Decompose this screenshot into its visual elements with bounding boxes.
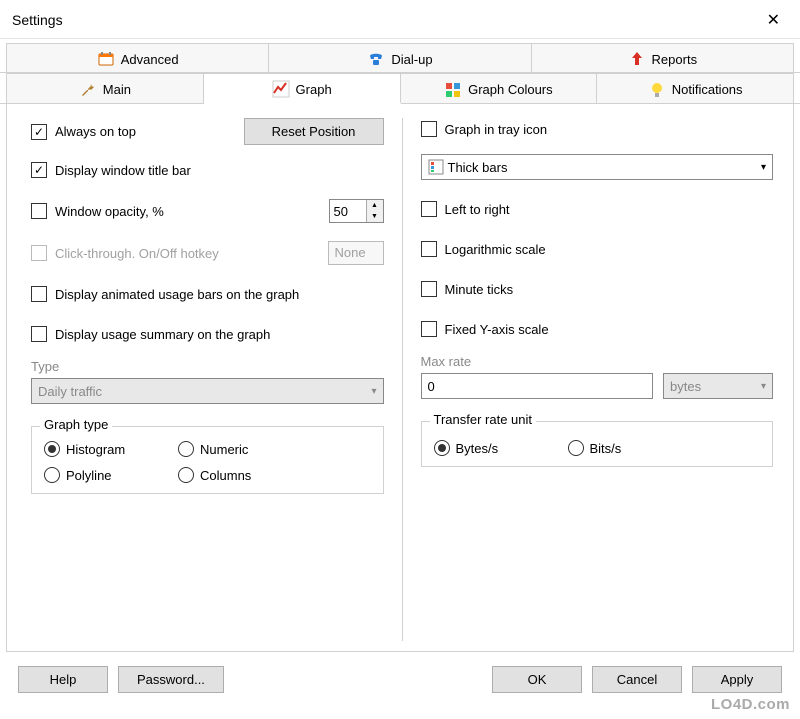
label-display-titlebar: Display window title bar — [55, 163, 384, 178]
footer-buttons: Help Password... OK Cancel Apply — [0, 652, 800, 707]
tab-label: Graph — [296, 82, 332, 97]
checkbox-left-to-right[interactable] — [421, 201, 437, 217]
radio-columns[interactable]: Columns — [178, 467, 288, 483]
titlebar: Settings ✕ — [0, 0, 800, 39]
bars-icon — [428, 159, 444, 175]
right-column: Graph in tray icon Thick bars ▾ Left to … — [402, 118, 774, 641]
phone-icon — [367, 50, 385, 68]
checkbox-minute-ticks[interactable] — [421, 281, 437, 297]
checkbox-clickthrough — [31, 245, 47, 261]
tab-graph[interactable]: Graph — [204, 73, 401, 104]
max-rate-unit-value: bytes — [670, 379, 701, 394]
cancel-button[interactable]: Cancel — [592, 666, 682, 693]
radio-bits[interactable]: Bits/s — [568, 440, 678, 456]
bulb-icon — [648, 81, 666, 99]
checkbox-tray-icon[interactable] — [421, 121, 437, 137]
close-icon[interactable]: ✕ — [759, 8, 788, 32]
tabs-row-top: Advanced Dial-up Reports — [0, 43, 800, 73]
checkbox-display-titlebar[interactable]: ✓ — [31, 162, 47, 178]
tab-label: Dial-up — [391, 52, 432, 67]
label-log-scale: Logarithmic scale — [445, 242, 774, 257]
tab-dialup[interactable]: Dial-up — [269, 43, 531, 72]
settings-panel: ✓ Always on top Reset Position ✓ Display… — [6, 104, 794, 652]
tab-label: Advanced — [121, 52, 179, 67]
radio-label: Numeric — [200, 442, 248, 457]
opacity-spinner[interactable]: ▲ ▼ — [329, 199, 384, 223]
label-clickthrough: Click-through. On/Off hotkey — [55, 246, 328, 261]
tab-main[interactable]: Main — [6, 73, 204, 103]
radio-numeric[interactable]: Numeric — [178, 441, 288, 457]
type-section-label: Type — [31, 359, 384, 374]
wrench-icon — [79, 81, 97, 99]
up-arrow-icon — [628, 50, 646, 68]
radio-label: Polyline — [66, 468, 112, 483]
tab-label: Notifications — [672, 82, 743, 97]
label-fixed-y: Fixed Y-axis scale — [445, 322, 774, 337]
spin-up-icon[interactable]: ▲ — [367, 200, 383, 211]
calendar-icon — [97, 50, 115, 68]
opacity-input[interactable] — [330, 200, 366, 222]
window-title: Settings — [12, 12, 63, 28]
checkbox-opacity[interactable] — [31, 203, 47, 219]
max-rate-input[interactable] — [421, 373, 654, 399]
transfer-unit-fieldset: Transfer rate unit Bytes/s Bits/s — [421, 421, 774, 467]
graph-type-legend: Graph type — [40, 417, 112, 432]
ok-button[interactable]: OK — [492, 666, 582, 693]
max-rate-unit-combo: bytes ▾ — [663, 373, 773, 399]
radio-histogram[interactable]: Histogram — [44, 441, 154, 457]
chevron-down-icon: ▾ — [761, 381, 766, 392]
type-value: Daily traffic — [38, 384, 102, 399]
tab-graph-colours[interactable]: Graph Colours — [401, 73, 598, 103]
help-button[interactable]: Help — [18, 666, 108, 693]
label-tray-icon: Graph in tray icon — [445, 122, 774, 137]
bars-combo[interactable]: Thick bars ▾ — [421, 154, 774, 180]
radio-label: Histogram — [66, 442, 125, 457]
label-minute-ticks: Minute ticks — [445, 282, 774, 297]
label-animated-bars: Display animated usage bars on the graph — [55, 287, 384, 302]
left-column: ✓ Always on top Reset Position ✓ Display… — [31, 118, 402, 641]
label-opacity: Window opacity, % — [55, 204, 329, 219]
checkbox-fixed-y[interactable] — [421, 321, 437, 337]
graph-type-fieldset: Graph type Histogram Numeric Polyline — [31, 426, 384, 494]
transfer-unit-legend: Transfer rate unit — [430, 412, 537, 427]
clickthrough-hotkey-field: None — [328, 241, 384, 265]
checkbox-always-on-top[interactable]: ✓ — [31, 124, 47, 140]
radio-label: Columns — [200, 468, 251, 483]
chevron-down-icon[interactable]: ▾ — [761, 162, 766, 173]
tab-advanced[interactable]: Advanced — [6, 43, 269, 72]
palette-icon — [444, 81, 462, 99]
label-left-to-right: Left to right — [445, 202, 774, 217]
checkbox-animated-bars[interactable] — [31, 286, 47, 302]
reset-position-button[interactable]: Reset Position — [244, 118, 384, 145]
radio-polyline[interactable]: Polyline — [44, 467, 154, 483]
chevron-down-icon: ▾ — [371, 386, 376, 397]
tab-label: Graph Colours — [468, 82, 553, 97]
apply-button[interactable]: Apply — [692, 666, 782, 693]
label-usage-summary: Display usage summary on the graph — [55, 327, 384, 342]
checkbox-log-scale[interactable] — [421, 241, 437, 257]
checkbox-usage-summary[interactable] — [31, 326, 47, 342]
tab-reports[interactable]: Reports — [532, 43, 794, 72]
tab-label: Main — [103, 82, 131, 97]
radio-label: Bytes/s — [456, 441, 499, 456]
password-button[interactable]: Password... — [118, 666, 224, 693]
label-always-on-top: Always on top — [55, 124, 244, 139]
tab-label: Reports — [652, 52, 698, 67]
spin-down-icon[interactable]: ▼ — [367, 211, 383, 222]
radio-label: Bits/s — [590, 441, 622, 456]
radio-bytes[interactable]: Bytes/s — [434, 440, 544, 456]
type-combo: Daily traffic ▾ — [31, 378, 384, 404]
tabs-row-bottom: Main Graph Graph Colours Notifications — [0, 73, 800, 104]
bars-value: Thick bars — [448, 160, 508, 175]
tab-notifications[interactable]: Notifications — [597, 73, 794, 103]
graph-icon — [272, 80, 290, 98]
max-rate-label: Max rate — [421, 354, 774, 369]
